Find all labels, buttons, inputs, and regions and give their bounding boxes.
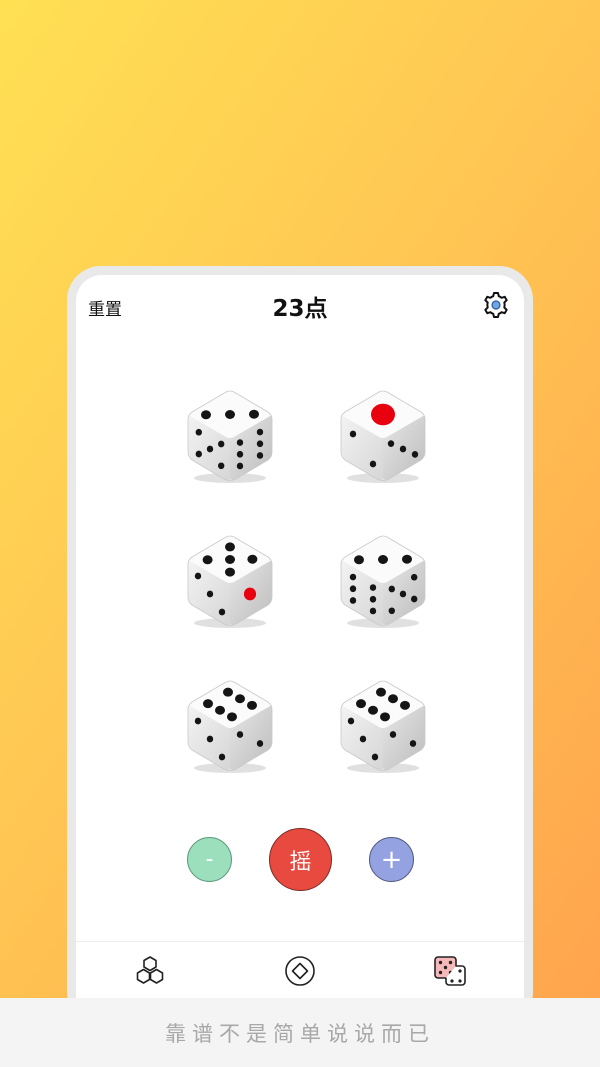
footer-slogan: 靠谱不是简单说说而已 [0,998,600,1067]
die-5[interactable] [180,672,280,774]
app-screen: 重置 23点 - 摇 + [76,275,524,1035]
die-1[interactable] [180,382,280,484]
add-die-button[interactable]: + [369,837,414,882]
die-2[interactable] [333,382,433,484]
diamond-circle-icon[interactable] [282,953,318,989]
die-3[interactable] [180,527,280,629]
remove-die-button[interactable]: - [187,837,232,882]
score-title: 23点 [272,296,328,322]
nav-divider [76,941,524,942]
shake-button[interactable]: 摇 [269,828,332,891]
phone-frame: 重置 23点 - 摇 + [67,266,533,1035]
die-4[interactable] [333,527,433,629]
die-6[interactable] [333,672,433,774]
gear-icon[interactable] [482,291,510,319]
dice-icon[interactable] [432,953,468,989]
hexagons-icon[interactable] [132,953,168,989]
